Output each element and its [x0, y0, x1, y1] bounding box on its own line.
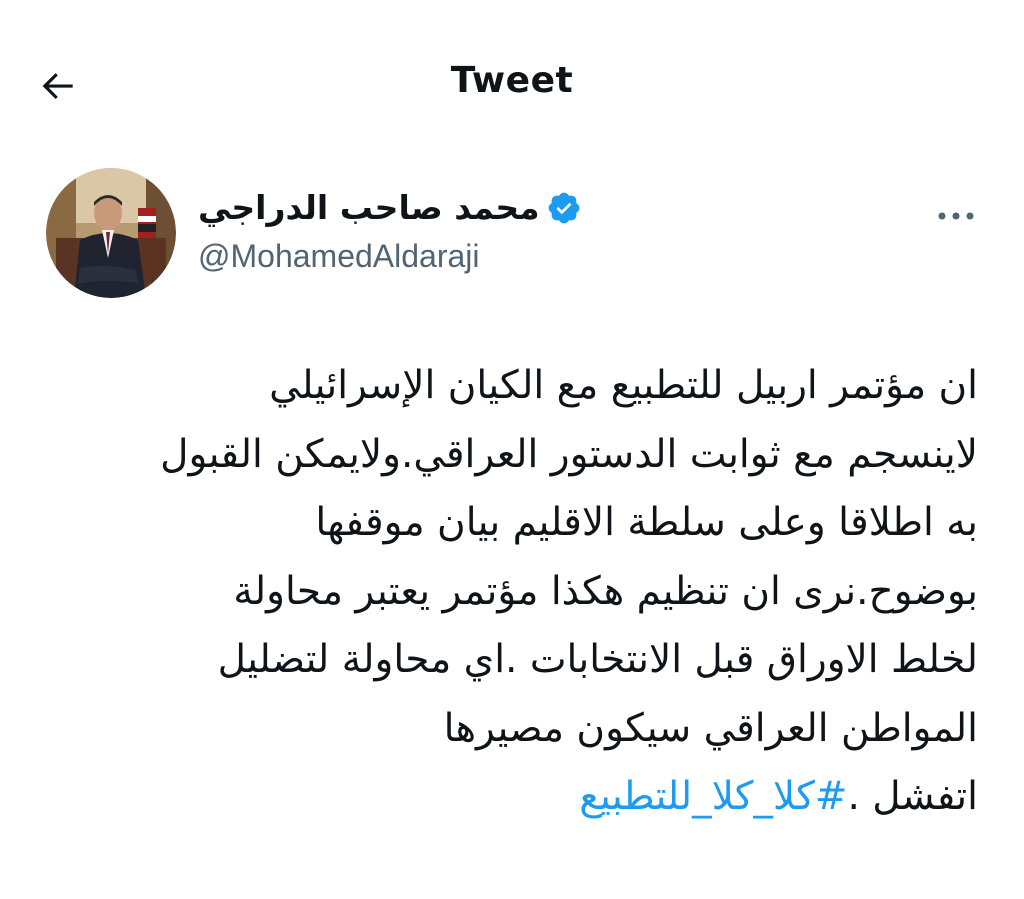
user-handle[interactable]: @MohamedAldaraji [198, 238, 480, 275]
verified-badge-icon [546, 189, 584, 227]
tweet-last-line: اتفشل .#كلا_كلا_للتطبيع [60, 763, 978, 832]
tweet-line: ان مؤتمر اربيل للتطبيع مع الكيان الإسرائ… [269, 363, 978, 408]
tweet-author: محمد صاحب الدراجي @MohamedAldaraji [46, 168, 986, 298]
more-horizontal-icon [938, 212, 974, 220]
tweet-line: به اطلاقا وعلى سلطة الاقليم بيان موقفها [315, 500, 978, 545]
tweet-text: ان مؤتمر اربيل للتطبيع مع الكيان الإسرائ… [60, 352, 978, 832]
tweet-line: بوضوح.نرى ان تنظيم هكذا مؤتمر يعتبر محاو… [233, 568, 978, 614]
top-bar: Tweet [0, 0, 1024, 170]
hashtag-link[interactable]: #كلا_كلا_للتطبيع [579, 774, 847, 819]
tweet-line: لاينسجم مع ثوابت الدستور العراقي.ولايمكن… [160, 431, 978, 477]
name-row: محمد صاحب الدراجي [198, 188, 584, 227]
tweet-line: المواطن العراقي سيكون مصيرها [443, 705, 978, 751]
avatar[interactable] [46, 168, 176, 298]
tweet-line: لخلط الاوراق قبل الانتخابات .اي محاولة ل… [217, 637, 978, 682]
profile-photo [46, 168, 176, 298]
more-options-button[interactable] [926, 196, 986, 236]
display-name[interactable]: محمد صاحب الدراجي [198, 188, 540, 227]
tweet-last-line-text: اتفشل . [847, 774, 978, 819]
page-title: Tweet [450, 60, 574, 101]
